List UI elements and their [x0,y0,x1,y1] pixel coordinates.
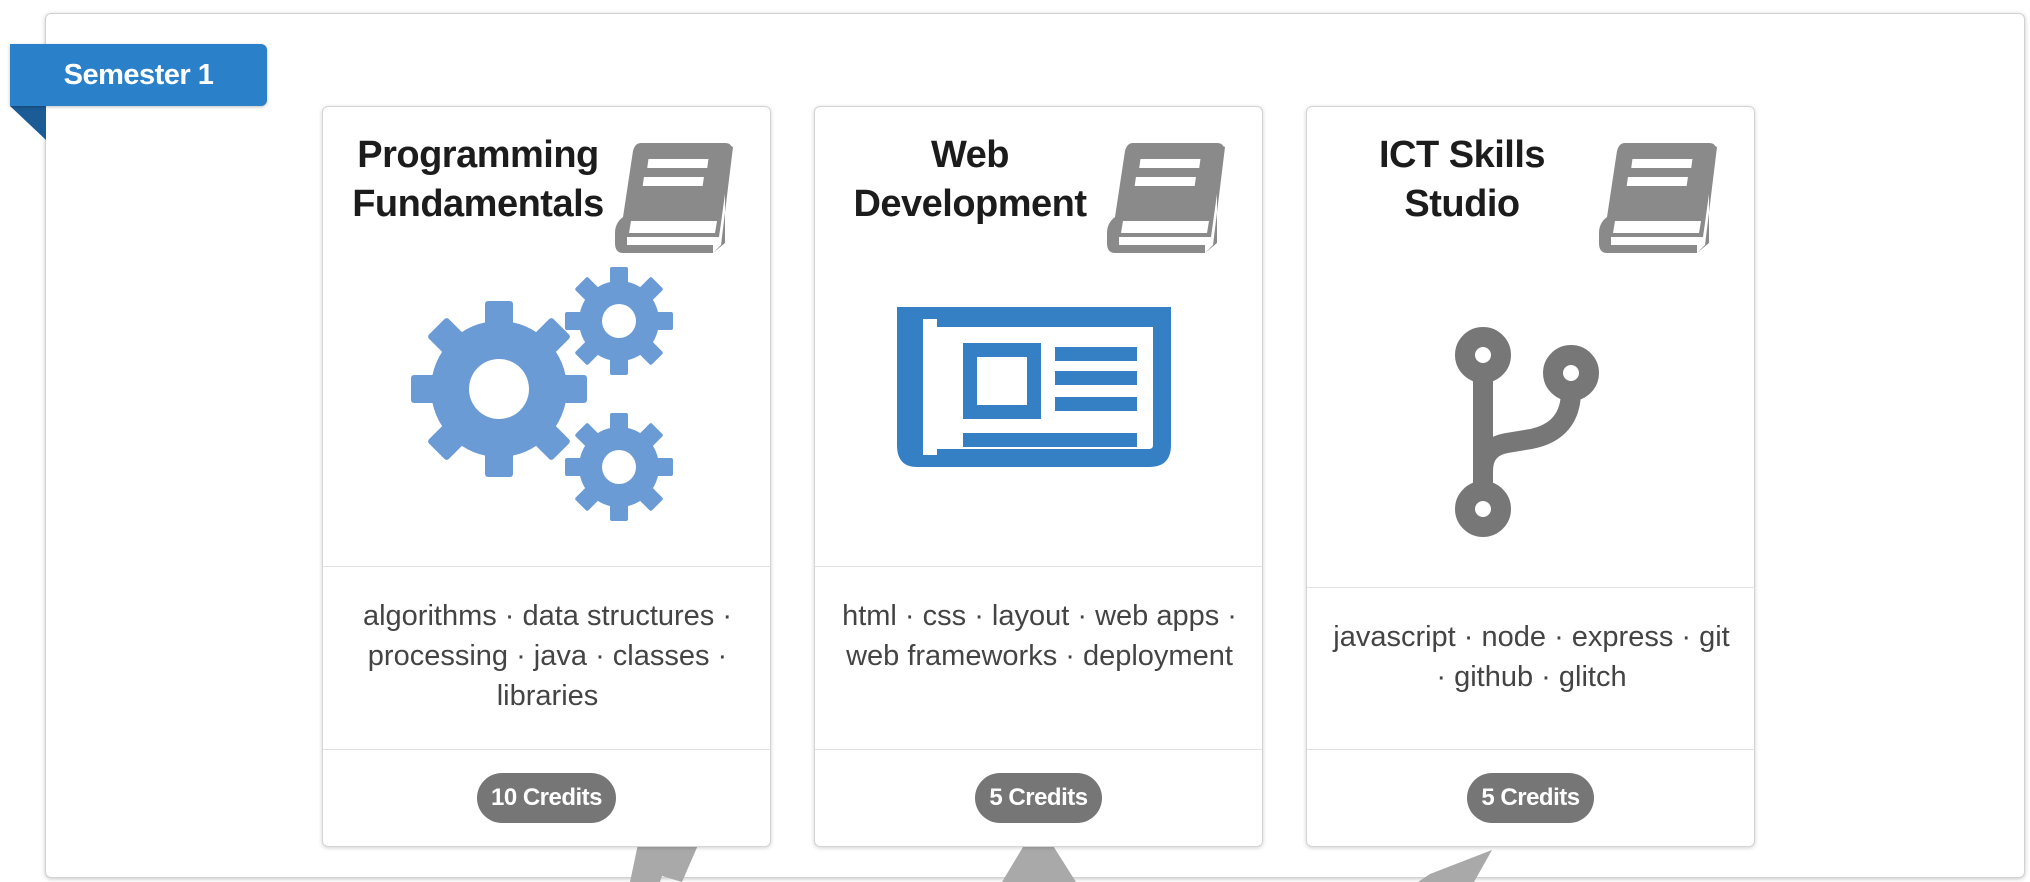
book-icon [1599,143,1717,253]
cogs-icon [411,267,673,521]
card-header: Web Development [815,107,1262,267]
book-icon [615,143,733,253]
card-header: ICT Skills Studio [1307,107,1754,267]
credits-badge: 5 Credits [1467,773,1594,823]
card-header: Programming Fundamentals [323,107,770,267]
card-credits: 5 Credits [1307,773,1754,823]
card-credits: 5 Credits [815,773,1262,823]
card-credits: 10 Credits [323,773,770,823]
card-image [323,267,770,567]
card-image [815,267,1262,567]
card-description: javascript · node · express · git · gith… [1333,621,1730,693]
card-image [1307,267,1754,567]
card-title: Programming Fundamentals [343,131,613,229]
card-title-line: Development [853,183,1087,225]
card-description: algorithms · data structures · processin… [362,600,733,712]
newspaper-icon [897,307,1171,467]
card-divider [815,749,1262,750]
card-title-line: Studio [1404,183,1520,225]
card-description: html · css · layout · web apps · web fra… [842,600,1237,672]
code-fork-icon [1455,327,1599,537]
ribbon-fold [10,106,46,140]
card-title-line: Web [930,134,1010,176]
module-card-web-development[interactable]: Web Development html · css · layout · we… [814,106,1263,847]
card-title: ICT Skills Studio [1327,131,1597,229]
card-divider [815,566,1262,567]
semester-label: Semester 1 [10,44,267,106]
credits-badge: 10 Credits [476,773,617,823]
card-title-line: Fundamentals [352,183,604,225]
card-title-line: ICT Skills [1378,134,1546,176]
card-title-line: Programming [357,134,599,176]
card-divider [323,566,770,567]
book-icon [1107,143,1225,253]
arrow-up-right-icon [1418,850,1492,882]
module-card-ict-skills-studio[interactable]: ICT Skills Studio javascript · node · ex… [1306,106,1755,847]
card-title: Web Development [835,131,1105,229]
card-divider [1307,749,1754,750]
card-divider [323,749,770,750]
credits-badge: 5 Credits [975,773,1102,823]
card-divider [1307,587,1754,588]
module-card-programming-fundamentals[interactable]: Programming Fundamentals algorithms · da… [322,106,771,847]
